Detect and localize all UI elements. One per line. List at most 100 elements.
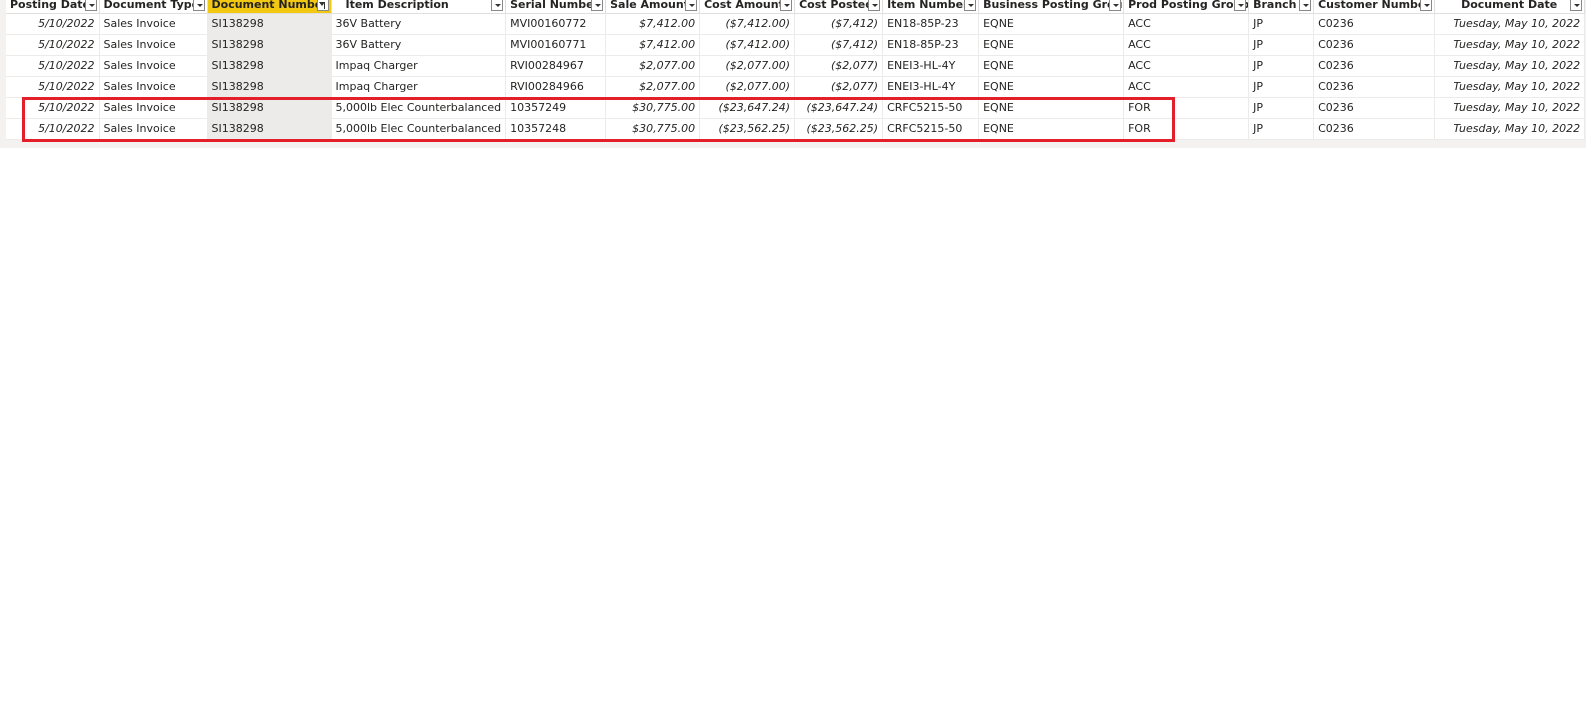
- column-header-prod-posting-group[interactable]: Prod Posting Group: [1123, 0, 1250, 14]
- cell-branch[interactable]: JP: [1248, 34, 1315, 56]
- cell-item-number[interactable]: CRFC5215-50: [882, 97, 980, 119]
- cell-document-number[interactable]: SI138298: [207, 13, 332, 35]
- cell-customer-number[interactable]: C0236: [1313, 13, 1436, 35]
- cell-business-posting-group[interactable]: EQNE: [978, 97, 1125, 119]
- cell-serial-number[interactable]: RVI00284967: [505, 55, 607, 77]
- cell-posting-date[interactable]: 5/10/2022: [6, 76, 100, 98]
- chevron-down-icon[interactable]: [868, 0, 881, 11]
- chevron-down-icon[interactable]: [1420, 0, 1433, 11]
- cell-document-date[interactable]: Tuesday, May 10, 2022: [1434, 55, 1586, 77]
- cell-document-number[interactable]: SI138298: [207, 76, 332, 98]
- table-row[interactable]: 5/10/2022 Sales Invoice SI138298 36V Batter…: [6, 13, 1586, 35]
- chevron-down-icon[interactable]: [1299, 0, 1312, 11]
- cell-prod-posting-group[interactable]: ACC: [1123, 34, 1250, 56]
- cell-document-date[interactable]: Tuesday, May 10, 2022: [1434, 76, 1586, 98]
- cell-branch[interactable]: JP: [1248, 76, 1315, 98]
- chevron-down-icon[interactable]: [964, 0, 977, 11]
- cell-item-number[interactable]: EN18-85P-23: [882, 34, 980, 56]
- cell-business-posting-group[interactable]: EQNE: [978, 34, 1125, 56]
- cell-customer-number[interactable]: C0236: [1313, 55, 1436, 77]
- cell-customer-number[interactable]: C0236: [1313, 97, 1436, 119]
- cell-item-description[interactable]: Impaq Charger: [331, 76, 507, 98]
- cell-item-description[interactable]: 36V Battery: [331, 34, 507, 56]
- cell-branch[interactable]: JP: [1248, 13, 1315, 35]
- cell-document-number[interactable]: SI138298: [207, 118, 332, 140]
- cell-serial-number[interactable]: 10357249: [505, 97, 607, 119]
- column-header-serial-number[interactable]: Serial Number: [505, 0, 607, 14]
- cell-branch[interactable]: JP: [1248, 55, 1315, 77]
- cell-posting-date[interactable]: 5/10/2022: [6, 55, 100, 77]
- cell-posting-date[interactable]: 5/10/2022: [6, 97, 100, 119]
- cell-document-type[interactable]: Sales Invoice: [99, 76, 208, 98]
- cell-serial-number[interactable]: RVI00284966: [505, 76, 607, 98]
- cell-sale-amount[interactable]: $30,775.00: [605, 97, 701, 119]
- cell-business-posting-group[interactable]: EQNE: [978, 76, 1125, 98]
- cell-prod-posting-group[interactable]: ACC: [1123, 76, 1250, 98]
- cell-cost-amount[interactable]: ($23,562.25): [699, 118, 796, 140]
- cell-sale-amount[interactable]: $2,077.00: [605, 55, 701, 77]
- cell-posting-date[interactable]: 5/10/2022: [6, 34, 100, 56]
- cell-posting-date[interactable]: 5/10/2022: [6, 118, 100, 140]
- cell-item-description[interactable]: 5,000lb Elec Counterbalanced: [331, 97, 507, 119]
- cell-business-posting-group[interactable]: EQNE: [978, 55, 1125, 77]
- table-row[interactable]: 5/10/2022 Sales Invoice SI138298 Impaq Char…: [6, 76, 1586, 98]
- table-row[interactable]: 5/10/2022 Sales Invoice SI138298 5,000lb El…: [6, 97, 1586, 119]
- cell-prod-posting-group[interactable]: ACC: [1123, 13, 1250, 35]
- column-header-item-description[interactable]: Item Description: [331, 0, 507, 14]
- cell-serial-number[interactable]: 10357248: [505, 118, 607, 140]
- cell-document-number[interactable]: SI138298: [207, 34, 332, 56]
- cell-business-posting-group[interactable]: EQNE: [978, 118, 1125, 140]
- table-row[interactable]: 5/10/2022 Sales Invoice SI138298 5,000lb El…: [6, 118, 1586, 140]
- cell-branch[interactable]: JP: [1248, 118, 1315, 140]
- cell-prod-posting-group[interactable]: ACC: [1123, 55, 1250, 77]
- cell-document-type[interactable]: Sales Invoice: [99, 55, 208, 77]
- chevron-down-icon[interactable]: [685, 0, 698, 11]
- cell-document-date[interactable]: Tuesday, May 10, 2022: [1434, 13, 1586, 35]
- chevron-down-icon[interactable]: [591, 0, 604, 11]
- cell-customer-number[interactable]: C0236: [1313, 118, 1436, 140]
- cell-customer-number[interactable]: C0236: [1313, 76, 1436, 98]
- cell-posting-date[interactable]: 5/10/2022: [6, 13, 100, 35]
- chevron-down-icon[interactable]: [491, 0, 504, 11]
- column-header-document-type[interactable]: Document Type: [99, 0, 208, 14]
- column-header-business-posting-group[interactable]: Business Posting Group: [978, 0, 1125, 14]
- column-header-posting-date[interactable]: Posting Date: [6, 0, 100, 14]
- cell-cost-amount[interactable]: ($2,077.00): [699, 76, 796, 98]
- cell-prod-posting-group[interactable]: FOR: [1123, 118, 1250, 140]
- cell-cost-posted[interactable]: ($2,077): [794, 76, 884, 98]
- cell-document-date[interactable]: Tuesday, May 10, 2022: [1434, 118, 1586, 140]
- filter-dropdown-icon[interactable]: [316, 0, 329, 11]
- cell-cost-posted[interactable]: ($7,412): [794, 34, 884, 56]
- column-header-cost-posted[interactable]: Cost Posted: [794, 0, 884, 14]
- cell-sale-amount[interactable]: $30,775.00: [605, 118, 701, 140]
- column-header-cost-amount[interactable]: Cost Amount: [699, 0, 796, 14]
- chevron-down-icon[interactable]: [1109, 0, 1122, 11]
- cell-cost-posted[interactable]: ($23,562.25): [794, 118, 884, 140]
- cell-document-date[interactable]: Tuesday, May 10, 2022: [1434, 97, 1586, 119]
- cell-item-number[interactable]: ENEI3-HL-4Y: [882, 76, 980, 98]
- table-row[interactable]: 5/10/2022 Sales Invoice SI138298 36V Batter…: [6, 34, 1586, 56]
- column-header-customer-number[interactable]: Customer Number: [1313, 0, 1436, 14]
- cell-document-number[interactable]: SI138298: [207, 55, 332, 77]
- chevron-down-icon[interactable]: [1234, 0, 1247, 11]
- column-header-sale-amount[interactable]: Sale Amount: [605, 0, 701, 14]
- cell-branch[interactable]: JP: [1248, 97, 1315, 119]
- cell-item-number[interactable]: ENEI3-HL-4Y: [882, 55, 980, 77]
- cell-sale-amount[interactable]: $2,077.00: [605, 76, 701, 98]
- cell-document-number[interactable]: SI138298: [207, 97, 332, 119]
- cell-cost-amount[interactable]: ($23,647.24): [699, 97, 796, 119]
- cell-document-type[interactable]: Sales Invoice: [99, 118, 208, 140]
- cell-sale-amount[interactable]: $7,412.00: [605, 34, 701, 56]
- cell-cost-amount[interactable]: ($2,077.00): [699, 55, 796, 77]
- table-row[interactable]: 5/10/2022 Sales Invoice SI138298 Impaq Char…: [6, 55, 1586, 77]
- cell-item-number[interactable]: CRFC5215-50: [882, 118, 980, 140]
- cell-customer-number[interactable]: C0236: [1313, 34, 1436, 56]
- cell-serial-number[interactable]: MVI00160771: [505, 34, 607, 56]
- chevron-down-icon[interactable]: [84, 0, 97, 11]
- cell-cost-posted[interactable]: ($7,412): [794, 13, 884, 35]
- cell-item-description[interactable]: 5,000lb Elec Counterbalanced: [331, 118, 507, 140]
- cell-prod-posting-group[interactable]: FOR: [1123, 97, 1250, 119]
- cell-serial-number[interactable]: MVI00160772: [505, 13, 607, 35]
- column-header-item-number[interactable]: Item Number: [882, 0, 980, 14]
- column-header-document-number[interactable]: Document Number: [207, 0, 332, 14]
